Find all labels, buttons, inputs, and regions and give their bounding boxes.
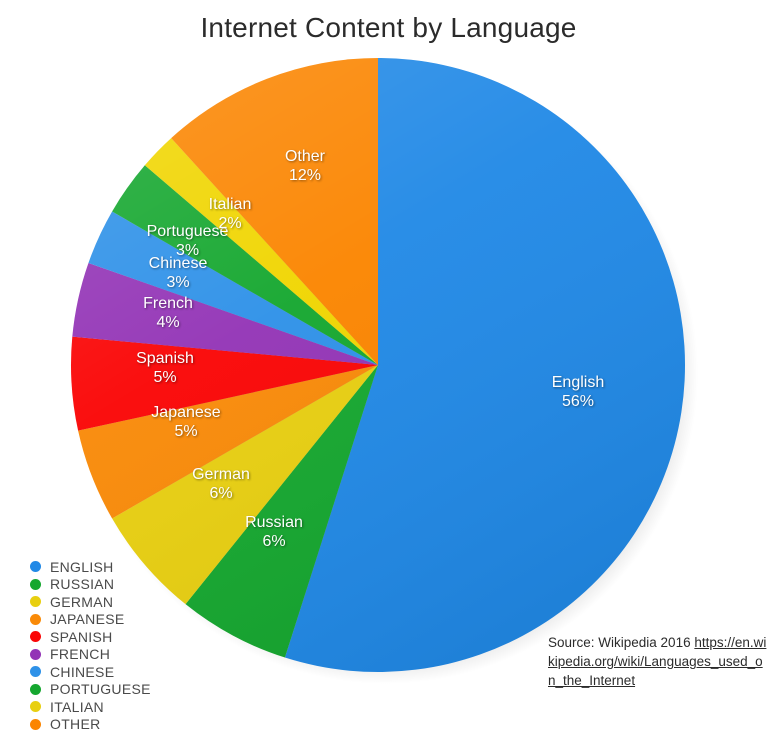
legend-item-italian[interactable]: ITALIAN <box>30 698 230 716</box>
legend-swatch-icon <box>30 561 41 573</box>
legend-swatch-icon <box>30 683 41 695</box>
legend-item-german[interactable]: GERMAN <box>30 593 230 611</box>
legend-item-english[interactable]: ENGLISH <box>30 558 230 576</box>
legend-item-label: OTHER <box>50 716 101 733</box>
legend: ENGLISH RUSSIAN GERMAN JAPANESE SPANISH FRENC… <box>30 558 230 733</box>
legend-item-label: JAPANESE <box>50 611 125 628</box>
legend-item-russian[interactable]: RUSSIAN <box>30 576 230 594</box>
legend-item-chinese[interactable]: CHINESE <box>30 663 230 681</box>
source-prefix: Source: Wikipedia 2016 <box>548 635 695 650</box>
legend-swatch-icon <box>30 613 41 625</box>
legend-item-label: GERMAN <box>50 593 114 610</box>
legend-item-other[interactable]: OTHER <box>30 716 230 734</box>
legend-item-label: ENGLISH <box>50 558 114 575</box>
legend-swatch-icon <box>30 596 41 608</box>
legend-item-label: CHINESE <box>50 663 115 680</box>
source-note: Source: Wikipedia 2016 https://en.wikipe… <box>548 633 770 690</box>
legend-swatch-icon <box>30 718 41 730</box>
legend-swatch-icon <box>30 578 41 590</box>
legend-item-label: PORTUGUESE <box>50 681 151 698</box>
legend-swatch-icon <box>30 666 41 678</box>
legend-item-japanese[interactable]: JAPANESE <box>30 611 230 629</box>
legend-swatch-icon <box>30 631 41 643</box>
legend-item-label: ITALIAN <box>50 698 104 715</box>
legend-swatch-icon <box>30 701 41 713</box>
legend-item-portuguese[interactable]: PORTUGUESE <box>30 681 230 699</box>
legend-item-label: SPANISH <box>50 628 113 645</box>
legend-item-spanish[interactable]: SPANISH <box>30 628 230 646</box>
legend-swatch-icon <box>30 648 41 660</box>
legend-item-french[interactable]: FRENCH <box>30 646 230 664</box>
legend-item-label: FRENCH <box>50 646 111 663</box>
legend-item-label: RUSSIAN <box>50 576 115 593</box>
